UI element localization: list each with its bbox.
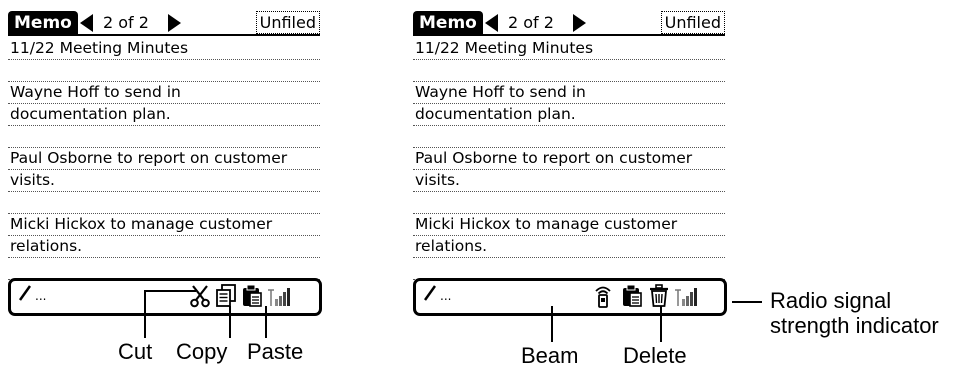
memo-line[interactable]: 11/22 Meeting Minutes — [413, 38, 725, 60]
cut-icon[interactable] — [189, 284, 211, 308]
signal-strength-icon — [675, 288, 697, 306]
app-title[interactable]: Memo — [413, 11, 483, 35]
next-record-icon[interactable] — [168, 14, 181, 32]
memo-line[interactable]: visits. — [413, 170, 725, 192]
memo-text-area[interactable]: 11/22 Meeting Minutes Wayne Hoff to send… — [8, 38, 320, 280]
copy-callout: Copy — [176, 339, 228, 364]
memo-line[interactable] — [413, 258, 725, 280]
copy-leader-line — [229, 306, 231, 338]
memo-line[interactable]: visits. — [8, 170, 320, 192]
memo-line[interactable]: Wayne Hoff to send in — [8, 82, 320, 104]
paste-leader-line — [265, 306, 267, 338]
command-bar-ellipsis: ... — [35, 289, 47, 303]
record-counter: 2 of 2 — [103, 13, 149, 32]
beam-callout: Beam — [521, 343, 579, 368]
record-counter: 2 of 2 — [508, 13, 554, 32]
memo-line[interactable]: relations. — [8, 236, 320, 258]
signal-callout-line2: strength indicator — [770, 313, 939, 338]
memo-line[interactable]: relations. — [413, 236, 725, 258]
pen-stroke-icon — [19, 285, 31, 301]
memo-line[interactable]: documentation plan. — [8, 104, 320, 126]
paste-callout: Paste — [247, 339, 304, 364]
paste-icon[interactable] — [621, 284, 643, 308]
command-bar-ellipsis: ... — [440, 289, 452, 303]
signal-strength-icon — [268, 288, 290, 306]
memo-screen-right: Memo 2 of 2 Unfiled 11/22 Meeting Minute… — [413, 8, 729, 324]
app-title[interactable]: Memo — [8, 11, 78, 35]
cut-leader-line — [144, 290, 196, 292]
memo-line[interactable] — [8, 60, 320, 82]
pen-stroke-icon — [424, 285, 436, 301]
title-bar: Memo 2 of 2 Unfiled — [413, 8, 725, 36]
memo-line[interactable]: Wayne Hoff to send in — [413, 82, 725, 104]
signal-callout-line1: Radio signal — [770, 288, 892, 313]
cut-leader-line — [144, 290, 146, 338]
title-underline — [413, 34, 725, 36]
memo-line[interactable] — [8, 192, 320, 214]
memo-line[interactable]: documentation plan. — [413, 104, 725, 126]
previous-record-icon[interactable] — [485, 14, 498, 32]
title-underline — [8, 34, 320, 36]
memo-line[interactable]: Micki Hickox to manage customer — [8, 214, 320, 236]
memo-line[interactable] — [413, 192, 725, 214]
beam-leader-line — [551, 306, 553, 342]
memo-line[interactable]: 11/22 Meeting Minutes — [8, 38, 320, 60]
category-picker[interactable]: Unfiled — [255, 11, 320, 34]
memo-line[interactable]: Paul Osborne to report on customer — [8, 148, 320, 170]
memo-text-area[interactable]: 11/22 Meeting Minutes Wayne Hoff to send… — [413, 38, 725, 280]
delete-callout: Delete — [623, 343, 687, 368]
signal-leader-line — [732, 301, 762, 303]
paste-icon[interactable] — [241, 284, 263, 308]
beam-icon[interactable] — [592, 284, 614, 308]
memo-line[interactable] — [8, 126, 320, 148]
memo-line[interactable] — [413, 126, 725, 148]
memo-line[interactable] — [413, 60, 725, 82]
next-record-icon[interactable] — [573, 14, 586, 32]
memo-line[interactable] — [8, 258, 320, 280]
memo-line[interactable]: Micki Hickox to manage customer — [413, 214, 725, 236]
copy-icon[interactable] — [215, 284, 237, 308]
category-picker[interactable]: Unfiled — [660, 11, 725, 34]
title-bar: Memo 2 of 2 Unfiled — [8, 8, 320, 36]
delete-icon[interactable] — [648, 284, 670, 308]
previous-record-icon[interactable] — [80, 14, 93, 32]
command-bar: ... — [413, 278, 727, 316]
memo-screen-left: Memo 2 of 2 Unfiled 11/22 Meeting Minute… — [8, 8, 324, 324]
memo-line[interactable]: Paul Osborne to report on customer — [413, 148, 725, 170]
delete-leader-line — [660, 306, 662, 342]
command-bar: ... — [8, 278, 322, 316]
cut-callout: Cut — [118, 339, 153, 364]
